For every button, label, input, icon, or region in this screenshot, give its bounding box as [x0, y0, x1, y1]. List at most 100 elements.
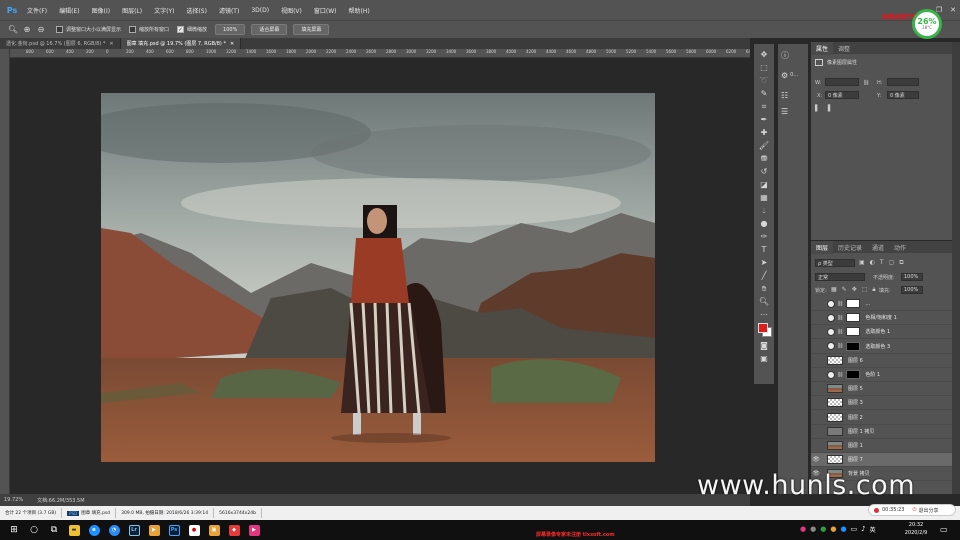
lock-transparent-icon[interactable]: ▦	[831, 286, 837, 294]
layer-mask-thumbnail[interactable]	[846, 299, 861, 308]
y-field[interactable]: 0 像素	[887, 91, 919, 99]
dodge-tool-icon[interactable]: ●	[757, 217, 771, 230]
tray-app-icon-5[interactable]: ●	[840, 525, 846, 534]
layer-row[interactable]: 图层 2	[811, 411, 952, 425]
fill-field[interactable]: 100%	[901, 286, 923, 294]
tab-channels[interactable]: 通道	[867, 241, 889, 254]
zoom-out-icon[interactable]: ⊖	[36, 25, 46, 35]
lasso-tool-icon[interactable]: ➰	[757, 74, 771, 87]
width-field[interactable]	[825, 78, 859, 86]
notification-icon[interactable]: ▭	[940, 525, 948, 534]
lightroom-icon[interactable]: Lr	[124, 520, 144, 540]
clone-stamp-icon[interactable]: ⛃	[757, 152, 771, 165]
layer-mask-thumbnail[interactable]	[846, 327, 861, 337]
tray-app-icon-1[interactable]: ●	[800, 525, 806, 534]
filter-shape-icon[interactable]: ▢	[889, 259, 895, 267]
tab-history[interactable]: 历史记录	[833, 241, 867, 254]
menu-layer[interactable]: 图层(L)	[122, 6, 142, 15]
menu-window[interactable]: 窗口(W)	[314, 6, 337, 15]
menu-image[interactable]: 图像(I)	[92, 6, 110, 15]
menu-file[interactable]: 文件(F)	[27, 6, 47, 15]
link-icon[interactable]: ⛓	[837, 329, 843, 335]
sliders-icon[interactable]: ☰	[781, 104, 805, 118]
opacity-field[interactable]: 100%	[901, 273, 923, 281]
app-icon-pink[interactable]: ▶	[244, 520, 264, 540]
start-icon[interactable]: ⊞	[4, 520, 24, 540]
tab-properties[interactable]: 属性	[811, 41, 834, 55]
resize-windows-checkbox[interactable]: 调整窗口大小以满屏显示	[56, 26, 121, 33]
menu-filter[interactable]: 滤镜(T)	[219, 6, 239, 15]
layer-row[interactable]: ⛓ 色相/饱和度 1	[811, 311, 952, 326]
filter-adjust-icon[interactable]: ◐	[870, 259, 875, 267]
zoom-100-button[interactable]: 100%	[215, 24, 246, 35]
gradient-tool-icon[interactable]: ▦	[757, 191, 771, 204]
volume-icon[interactable]: ♪	[861, 525, 865, 534]
shape-tool-icon[interactable]: ╱	[757, 269, 771, 282]
x-field[interactable]: 0 像素	[825, 91, 859, 99]
layer-mask-thumbnail[interactable]	[846, 313, 861, 323]
tab-document-2[interactable]: 图章 填充.psd @ 19.7% (图层 7, RGB/8) * ✕	[120, 38, 242, 49]
fit-screen-button[interactable]: 适合屏幕	[251, 24, 288, 35]
document-image[interactable]	[101, 93, 655, 462]
layer-row[interactable]: 图层 1 拷贝	[811, 425, 952, 439]
hand-tool-icon[interactable]: ✋︎	[757, 282, 771, 295]
path-select-icon[interactable]: ➤	[757, 256, 771, 269]
tab-document-1[interactable]: 透化.金衔.psd @ 16.7% (图层 6, RGB/8) * ✕	[0, 38, 121, 49]
layer-row[interactable]: ⛓ 选取颜色 3	[811, 340, 952, 354]
blur-tool-icon[interactable]: 💧︎	[757, 204, 771, 217]
app-icon-red[interactable]: ◆	[224, 520, 244, 540]
tray-app-icon-3[interactable]: ●	[820, 525, 826, 534]
menu-select[interactable]: 选择(S)	[186, 6, 207, 15]
recorder-taskbar-icon[interactable]: ●	[184, 520, 204, 540]
healing-brush-icon[interactable]: ✚	[757, 126, 771, 139]
menu-3d[interactable]: 3D(D)	[251, 7, 269, 14]
browser-icon[interactable]: e	[84, 520, 104, 540]
tray-app-icon-4[interactable]: ●	[830, 525, 836, 534]
adjust-icon[interactable]: ⚙ 0...	[781, 68, 805, 82]
menu-type[interactable]: 文字(Y)	[154, 6, 174, 15]
lock-position-icon[interactable]: ✥	[852, 286, 857, 294]
photoshop-taskbar-icon[interactable]: Ps	[164, 520, 184, 540]
system-clock[interactable]: 20:32 2020/2/9	[898, 521, 934, 537]
menu-edit[interactable]: 编辑(E)	[59, 6, 79, 15]
app-icon-bird[interactable]: ◔	[104, 520, 124, 540]
info-icon[interactable]: ⓘ	[781, 48, 805, 62]
blend-mode-select[interactable]: 正常	[815, 273, 865, 281]
filter-pixel-icon[interactable]: ▣	[859, 259, 865, 267]
lock-paint-icon[interactable]: ✎	[842, 286, 847, 294]
quick-select-icon[interactable]: ✎	[757, 87, 771, 100]
tab-actions[interactable]: 动作	[889, 241, 911, 254]
close-icon[interactable]: ✕	[109, 41, 113, 47]
quick-mask-icon[interactable]: ◙	[757, 339, 771, 352]
layer-mask-thumbnail[interactable]	[846, 341, 861, 351]
exit-share-button[interactable]: 退出分享	[918, 507, 938, 514]
close-button[interactable]: ✕	[946, 0, 960, 20]
layer-kind-filter[interactable]: ρ 类型	[815, 259, 855, 267]
explorer-icon[interactable]: ▬	[64, 520, 84, 540]
move-tool-icon[interactable]: ✥	[757, 48, 771, 61]
layer-row[interactable]: 图层 1	[811, 439, 952, 453]
zoom-tool-icon[interactable]: 🔍︎	[8, 25, 18, 35]
task-view-icon[interactable]: ⧉	[44, 520, 64, 540]
lock-all-icon[interactable]: 🔒︎	[872, 286, 875, 294]
menu-help[interactable]: 帮助(H)	[349, 6, 370, 15]
layer-mask-thumbnail[interactable]	[846, 370, 861, 379]
layer-row[interactable]: 图层 3	[811, 396, 952, 411]
more-tools-icon[interactable]: ⋯	[757, 308, 771, 321]
fill-screen-button[interactable]: 填充屏幕	[293, 24, 330, 35]
ime-indicator[interactable]: 英	[870, 525, 876, 534]
height-field[interactable]	[887, 78, 919, 86]
search-icon[interactable]: ○	[24, 520, 44, 540]
crop-tool-icon[interactable]: ⌗	[757, 100, 771, 113]
lock-artboard-icon[interactable]: ⬚	[862, 286, 868, 294]
app-icon-yellow[interactable]: ▣	[204, 520, 224, 540]
foreground-color-swatch[interactable]	[758, 323, 768, 333]
link-icon[interactable]: ⛓	[837, 372, 843, 378]
visibility-eye-icon[interactable]: 👁︎	[811, 456, 821, 463]
filter-type-icon[interactable]: T	[880, 259, 884, 267]
filter-smart-icon[interactable]: ⧉	[899, 259, 903, 267]
brush-tool-icon[interactable]: 🖌︎	[757, 139, 771, 152]
stop-icon[interactable]: ⏻	[912, 507, 916, 513]
tab-layers[interactable]: 图层	[811, 240, 834, 254]
layer-row[interactable]: ⛓...	[811, 297, 952, 311]
